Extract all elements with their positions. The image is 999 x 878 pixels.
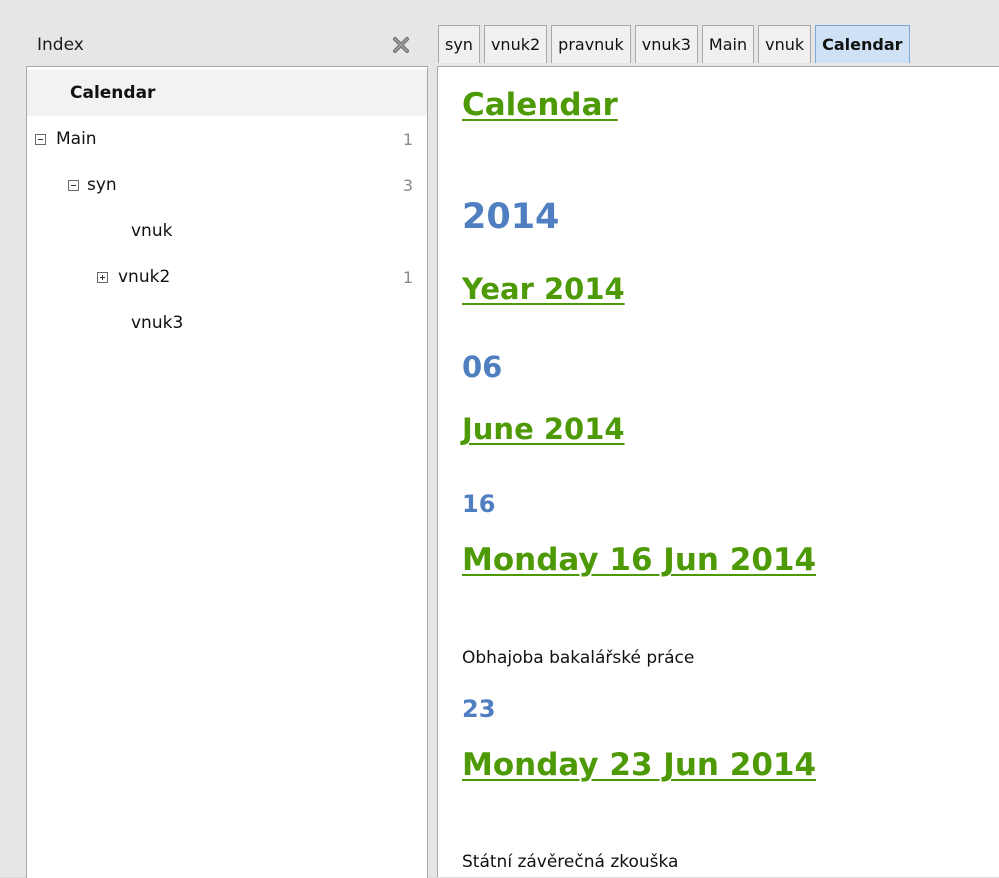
close-x-icon[interactable] [388,32,414,58]
tree-item-vnuk3[interactable]: vnuk3 [27,300,427,346]
tree-item-count: 1 [402,267,413,287]
page-title-link[interactable]: Calendar [462,87,618,123]
app-window: Index Calendar Main 1 syn 3 vnuk vnuk2 1… [0,0,999,878]
day-heading-23: 23 [462,695,496,723]
tab-vnuk2[interactable]: vnuk2 [483,25,548,63]
tab-syn[interactable]: syn [438,25,480,63]
index-title: Index [37,35,84,55]
tree-item-label: vnuk3 [131,313,184,333]
tree-item-label: Calendar [70,83,156,103]
day-23-note: Státní závěrečná zkouška [462,852,679,872]
right-pane: syn vnuk2 pravnuk vnuk3 Main vnuk Calend… [437,24,999,877]
tree-item-syn[interactable]: syn 3 [27,162,427,208]
tree-item-label: Main [56,129,97,149]
tree-item-main[interactable]: Main 1 [27,116,427,162]
year-link[interactable]: Year 2014 [462,272,625,306]
tree-item-label: syn [87,175,117,195]
index-header: Index [26,24,428,66]
index-pane: Index Calendar Main 1 syn 3 vnuk vnuk2 1… [26,24,428,878]
tree-item-calendar[interactable]: Calendar [27,70,427,116]
year-heading: 2014 [462,197,560,237]
day-link-23[interactable]: Monday 23 Jun 2014 [462,747,816,783]
tab-strip: syn vnuk2 pravnuk vnuk3 Main vnuk Calend… [437,24,999,66]
expand-toggle-icon[interactable] [97,271,108,283]
tab-vnuk[interactable]: vnuk [758,25,812,63]
tree-item-label: vnuk2 [118,267,171,287]
day-16-note: Obhajoba bakalářské práce [462,648,695,668]
close-x-icon-glyph [393,37,409,53]
tab-pravnuk[interactable]: pravnuk [551,25,631,63]
day-link-16[interactable]: Monday 16 Jun 2014 [462,542,816,578]
tab-calendar[interactable]: Calendar [815,25,910,63]
tree-item-label: vnuk [131,221,173,241]
day-heading-16: 16 [462,490,496,518]
index-tree: Calendar Main 1 syn 3 vnuk vnuk2 1 vnuk3 [26,66,428,878]
tab-vnuk3[interactable]: vnuk3 [634,25,698,63]
tree-item-vnuk2[interactable]: vnuk2 1 [27,254,427,300]
tab-main[interactable]: Main [701,25,755,63]
month-heading: 06 [462,350,503,384]
tree-item-count: 1 [402,129,413,149]
page-view: Calendar 2014 Year 2014 06 June 2014 16 … [437,66,999,877]
tree-item-vnuk[interactable]: vnuk [27,208,427,254]
collapse-toggle-icon[interactable] [35,133,46,145]
collapse-toggle-icon[interactable] [68,179,79,191]
month-link[interactable]: June 2014 [462,412,625,446]
tabs: syn vnuk2 pravnuk vnuk3 Main vnuk Calend… [438,25,914,63]
tree-item-count: 3 [402,175,413,195]
